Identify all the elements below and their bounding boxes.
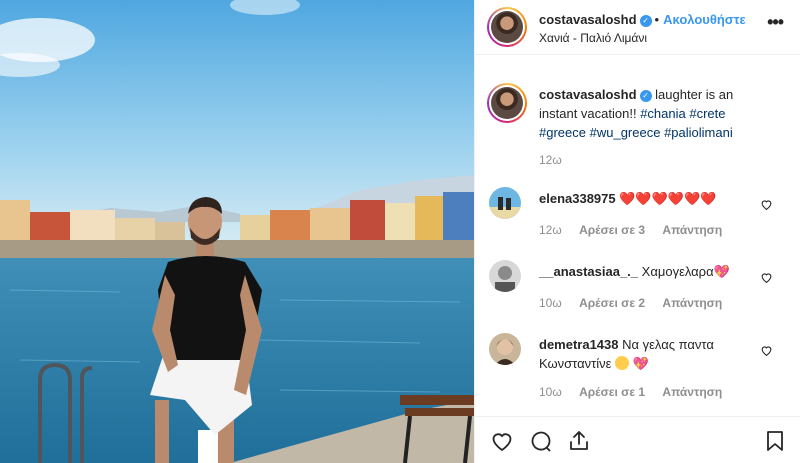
hashtag-link[interactable]: #wu_greece xyxy=(590,125,661,140)
comment-time[interactable]: 10ω xyxy=(539,296,562,310)
verified-icon: ✓ xyxy=(639,14,652,27)
comment-text: __anastasiaa_._ Χαμογελαρα💖 xyxy=(539,262,759,281)
heart-icon[interactable] xyxy=(760,344,773,357)
comment-time[interactable]: 12ω xyxy=(539,223,562,237)
heart-icon[interactable] xyxy=(490,429,514,453)
caption-meta: 12ω xyxy=(539,153,576,167)
comment-meta: 10ω Αρέσει σε 1 Απάντηση xyxy=(539,385,736,399)
hashtag-link[interactable]: #crete xyxy=(689,106,725,121)
post-location[interactable]: Χανιά - Παλιό Λιμάνι xyxy=(539,31,647,45)
comment-avatar[interactable] xyxy=(489,187,521,219)
comment-likes[interactable]: Αρέσει σε 1 xyxy=(579,385,645,399)
separator: • xyxy=(654,12,660,27)
heart-emoji: 💖 xyxy=(632,356,649,371)
heart-icon[interactable] xyxy=(760,271,773,284)
caption-time[interactable]: 12ω xyxy=(539,153,562,167)
post-panel: costavasaloshd ✓ • Ακολουθήστε Χανιά - Παλι… xyxy=(474,0,800,463)
heart-emoji: 💖 xyxy=(713,264,730,279)
comment-likes[interactable]: Αρέσει σε 2 xyxy=(579,296,645,310)
reply-button[interactable]: Απάντηση xyxy=(662,296,722,310)
comment-text: demetra1438 Να γελας παντα Κωνσταντίνε 💖 xyxy=(539,335,759,373)
more-options-icon[interactable]: ••• xyxy=(767,12,784,33)
reply-button[interactable]: Απάντηση xyxy=(662,223,722,237)
comment-username[interactable]: __anastasiaa_._ xyxy=(539,264,638,279)
share-icon[interactable] xyxy=(567,429,591,453)
author-avatar[interactable] xyxy=(487,7,527,47)
author-line: costavasaloshd ✓ • Ακολουθήστε xyxy=(539,12,746,27)
comment-avatar[interactable] xyxy=(489,260,521,292)
comments-list[interactable]: costavasaloshd ✓ laughter is an instant v… xyxy=(475,56,800,416)
hashtag-link[interactable]: #paliolimani xyxy=(664,125,733,140)
post-header: costavasaloshd ✓ • Ακολουθήστε Χανιά - Παλι… xyxy=(475,0,800,55)
author-username[interactable]: costavasaloshd xyxy=(539,12,637,27)
comment-avatar[interactable] xyxy=(489,333,521,365)
verified-icon: ✓ xyxy=(639,89,652,102)
caption-text: costavasaloshd ✓ laughter is an instant v… xyxy=(539,85,759,142)
comment-icon[interactable] xyxy=(529,429,553,453)
post-photo[interactable] xyxy=(0,0,474,463)
caption-username[interactable]: costavasaloshd xyxy=(539,87,637,102)
comment-text: elena338975 ❤️❤️❤️❤️❤️❤️ xyxy=(539,189,759,208)
heart-emoji: ❤️❤️❤️❤️❤️❤️ xyxy=(619,191,717,206)
bookmark-icon[interactable] xyxy=(763,429,787,453)
comment-meta: 12ω Αρέσει σε 3 Απάντηση xyxy=(539,223,736,237)
heart-icon[interactable] xyxy=(760,198,773,211)
comment-time[interactable]: 10ω xyxy=(539,385,562,399)
comment-likes[interactable]: Αρέσει σε 3 xyxy=(579,223,645,237)
caption-avatar[interactable] xyxy=(487,83,527,123)
reply-button[interactable]: Απάντηση xyxy=(662,385,722,399)
smile-emoji-icon xyxy=(615,356,630,370)
comment-username[interactable]: demetra1438 xyxy=(539,337,619,352)
comment-meta: 10ω Αρέσει σε 2 Απάντηση xyxy=(539,296,736,310)
comment-body: Χαμογελαρα xyxy=(641,264,714,279)
comment-username[interactable]: elena338975 xyxy=(539,191,616,206)
harbor-photo xyxy=(0,0,474,463)
hashtag-link[interactable]: #greece xyxy=(539,125,586,140)
action-bar xyxy=(475,416,800,463)
follow-button[interactable]: Ακολουθήστε xyxy=(663,12,746,27)
hashtag-link[interactable]: #chania xyxy=(640,106,686,121)
